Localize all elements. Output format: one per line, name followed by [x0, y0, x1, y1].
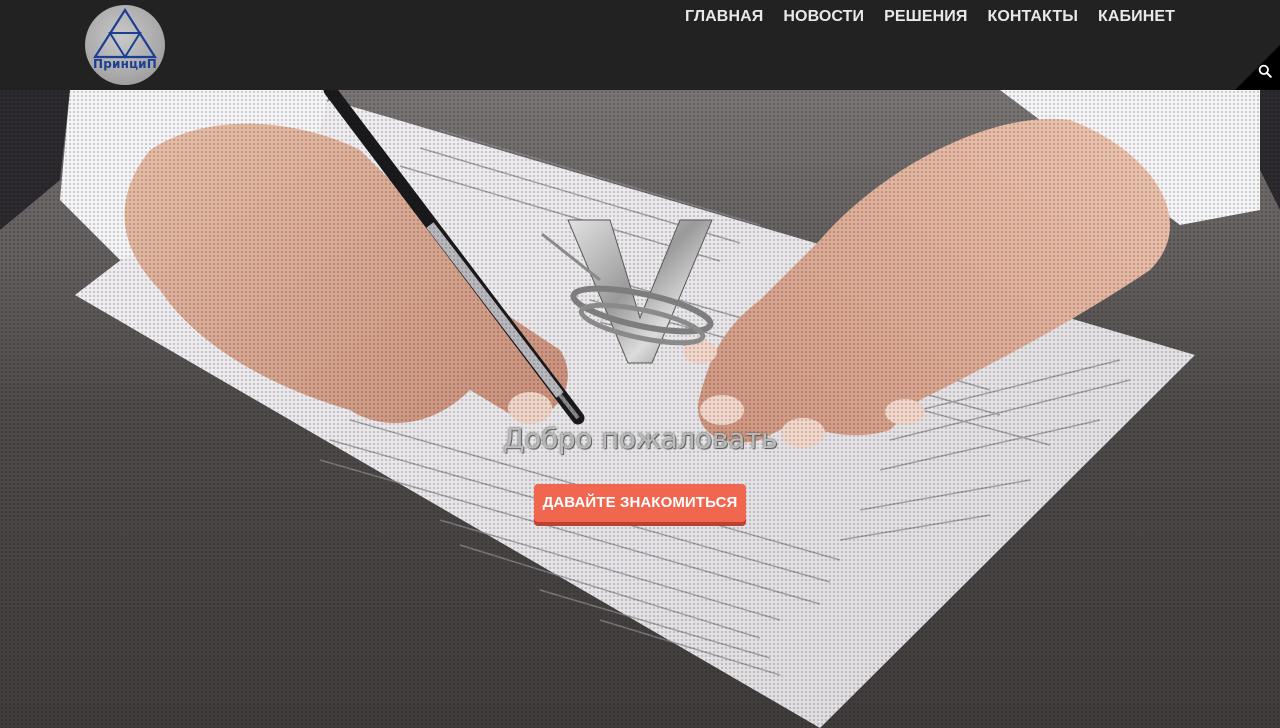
v-emblem-icon [541, 219, 714, 364]
nav-item-news[interactable]: НОВОСТИ [773, 6, 874, 28]
logo-triangle-icon [92, 7, 158, 59]
hero-background-image [0, 90, 1280, 728]
get-acquainted-button[interactable]: ДАВАЙТЕ ЗНАКОМИТЬСЯ [534, 484, 746, 522]
search-icon [1258, 64, 1272, 78]
site-logo[interactable]: ПринциП [85, 5, 165, 85]
welcome-heading: Добро пожаловать [502, 422, 778, 455]
search-button[interactable] [1235, 45, 1280, 90]
hero-section: Добро пожаловать ДАВАЙТЕ ЗНАКОМИТЬСЯ [0, 90, 1280, 728]
logo-text: ПринциП [92, 57, 158, 71]
page: ПринциП ГЛАВНАЯ НОВОСТИ РЕШЕНИЯ КОНТАКТЫ… [0, 0, 1280, 728]
nav-item-cabinet[interactable]: КАБИНЕТ [1088, 6, 1185, 28]
nav-item-home[interactable]: ГЛАВНАЯ [675, 6, 773, 28]
site-header: ПринциП ГЛАВНАЯ НОВОСТИ РЕШЕНИЯ КОНТАКТЫ… [0, 0, 1280, 90]
nav-item-solutions[interactable]: РЕШЕНИЯ [874, 6, 977, 28]
main-nav: ГЛАВНАЯ НОВОСТИ РЕШЕНИЯ КОНТАКТЫ КАБИНЕТ [675, 6, 1185, 28]
nav-item-contacts[interactable]: КОНТАКТЫ [977, 6, 1088, 28]
